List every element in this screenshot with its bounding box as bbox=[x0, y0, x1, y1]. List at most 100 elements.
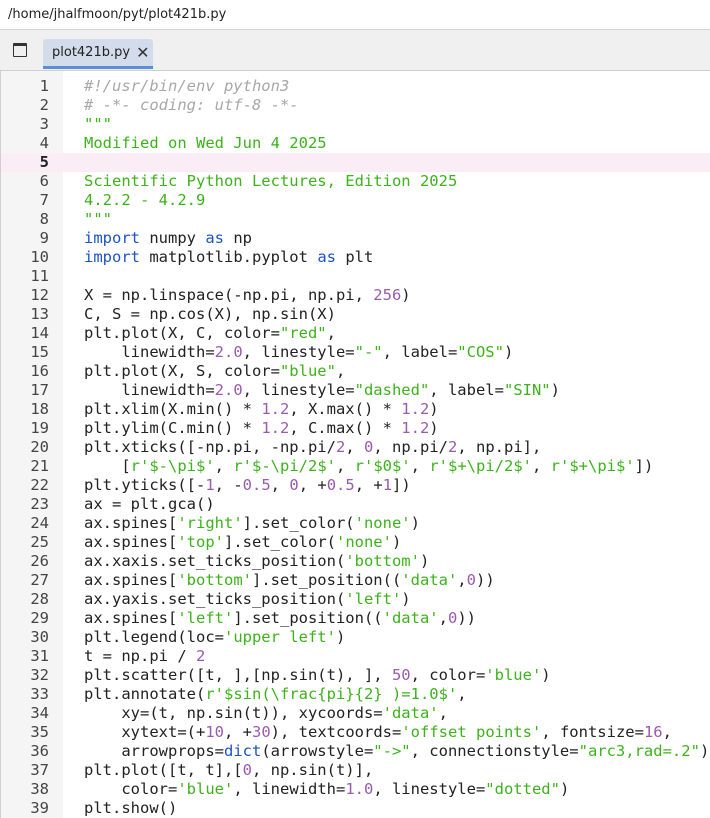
code-token: , np.pi], bbox=[457, 438, 542, 456]
line-number: 12 bbox=[30, 286, 49, 304]
code-token: ) bbox=[401, 286, 411, 304]
code-line[interactable]: 12 X = np.linspace(-np.pi, np.pi, 256) bbox=[1, 286, 710, 305]
code-token: , bbox=[532, 457, 551, 475]
code-line[interactable]: 1 #!/usr/bin/env python3 bbox=[1, 77, 710, 96]
code-token: , label= bbox=[429, 381, 504, 399]
code-line[interactable]: 14 plt.plot(X, C, color="red", bbox=[1, 324, 710, 343]
close-icon[interactable]: ✕ bbox=[136, 44, 149, 61]
code-line[interactable]: 10 import matplotlib.pyplot as plt bbox=[1, 248, 710, 267]
code-token: , - bbox=[214, 476, 243, 494]
code-line[interactable]: 5 bbox=[1, 153, 710, 172]
code-line[interactable]: 29 ax.spines['left'].set_position(('data'… bbox=[1, 609, 710, 628]
code-line[interactable]: 11 bbox=[1, 267, 710, 286]
code-line[interactable]: 37 plt.plot([t, t],[0, np.sin(t)], bbox=[1, 761, 710, 780]
code-token: 0.5 bbox=[326, 476, 355, 494]
code-text: import matplotlib.pyplot as plt bbox=[84, 248, 373, 267]
code-token: ), textcoords= bbox=[270, 723, 402, 741]
code-line[interactable]: 7 4.2.2 - 4.2.9 bbox=[1, 191, 710, 210]
code-line[interactable]: 36 arrowprops=dict(arrowstyle="->", conn… bbox=[1, 742, 710, 761]
code-token: 2 bbox=[335, 438, 346, 456]
code-line[interactable]: 19 plt.ylim(C.min() * 1.2, C.max() * 1.2) bbox=[1, 419, 710, 438]
line-number: 6 bbox=[39, 172, 49, 190]
code-token: # -*- coding: utf-8 -*- bbox=[84, 96, 299, 114]
code-line[interactable]: 34 xy=(t, np.sin(t)), xycoords='data', bbox=[1, 704, 710, 723]
line-number: 33 bbox=[30, 685, 49, 703]
code-token: r'$sin(\frac{pi}{2} )=1.0$' bbox=[205, 685, 458, 703]
code-token: "blue" bbox=[279, 362, 336, 380]
line-number: 15 bbox=[30, 343, 49, 361]
code-line[interactable]: 28 ax.yaxis.set_ticks_position('left') bbox=[1, 590, 710, 609]
line-number: 4 bbox=[39, 134, 49, 152]
code-token: )) bbox=[699, 742, 710, 760]
code-text: linewidth=2.0, linestyle="dashed", label… bbox=[84, 381, 560, 400]
code-line[interactable]: 27 ax.spines['bottom'].set_position(('dat… bbox=[1, 571, 710, 590]
code-token: 'data' bbox=[401, 571, 458, 589]
code-editor[interactable]: 1 #!/usr/bin/env python3 2 # -*- coding: ut… bbox=[0, 71, 710, 818]
code-line[interactable]: 2 # -*- coding: utf-8 -*- bbox=[1, 96, 710, 115]
code-token: """ bbox=[84, 115, 112, 133]
code-line[interactable]: 18 plt.xlim(X.min() * 1.2, X.max() * 1.2) bbox=[1, 400, 710, 419]
tab-list-icon[interactable] bbox=[13, 43, 27, 57]
code-token: "SIN" bbox=[503, 381, 551, 399]
code-line[interactable]: 39 plt.show() bbox=[1, 799, 710, 818]
code-token: 0 bbox=[447, 609, 458, 627]
code-token: arrowprops= bbox=[84, 742, 224, 760]
code-token: xytext=(+ bbox=[84, 723, 206, 741]
code-text: """ bbox=[84, 115, 112, 134]
line-number: 34 bbox=[30, 704, 49, 722]
code-line[interactable]: 15 linewidth=2.0, linestyle="-", label="… bbox=[1, 343, 710, 362]
code-line[interactable]: 16 plt.plot(X, S, color="blue", bbox=[1, 362, 710, 381]
code-token: "red" bbox=[279, 324, 327, 342]
code-token: , bbox=[457, 685, 467, 703]
code-token: plt.annotate( bbox=[84, 685, 206, 703]
code-text: plt.scatter([t, ],[np.sin(t), ], 50, col… bbox=[84, 666, 551, 685]
code-line[interactable]: 3 """ bbox=[1, 115, 710, 134]
code-token: plt.xticks([-np.pi, -np.pi/ bbox=[84, 438, 336, 456]
code-text: [r'$-\pi$', r'$-\pi/2$', r'$0$', r'$+\pi… bbox=[84, 457, 653, 476]
code-token: linewidth= bbox=[84, 343, 215, 361]
code-token: , C.max() * bbox=[289, 419, 402, 437]
code-token: , bbox=[270, 476, 290, 494]
code-line[interactable]: 26 ax.xaxis.set_ticks_position('bottom') bbox=[1, 552, 710, 571]
code-token: 'blue' bbox=[177, 780, 234, 798]
code-line[interactable]: 32 plt.scatter([t, ],[np.sin(t), ], 50, c… bbox=[1, 666, 710, 685]
code-line[interactable]: 21 [r'$-\pi$', r'$-\pi/2$', r'$0$', r'$+… bbox=[1, 457, 710, 476]
code-token: 1 bbox=[205, 476, 215, 494]
code-line[interactable]: 6 Scientific Python Lectures, Edition 202… bbox=[1, 172, 710, 191]
tab-plot421b[interactable]: plot421b.py ✕ bbox=[43, 39, 153, 69]
code-line[interactable]: 33 plt.annotate(r'$sin(\frac{pi}{2} )=1.0… bbox=[1, 685, 710, 704]
code-token: ) bbox=[503, 343, 514, 361]
code-text: C, S = np.cos(X), np.sin(X) bbox=[84, 305, 336, 324]
code-token: X = np.linspace(-np.pi, np.pi, bbox=[84, 286, 374, 304]
line-number: 11 bbox=[30, 267, 49, 285]
code-token: as bbox=[205, 229, 224, 247]
code-token: ].set_position(( bbox=[251, 571, 402, 589]
code-line[interactable]: 23 ax = plt.gca() bbox=[1, 495, 710, 514]
line-number: 26 bbox=[30, 552, 49, 570]
code-line[interactable]: 9 import numpy as np bbox=[1, 229, 710, 248]
code-line[interactable]: 31 t = np.pi / 2 bbox=[1, 647, 710, 666]
code-token: 'upper left' bbox=[223, 628, 336, 646]
code-token: ) bbox=[401, 590, 411, 608]
code-line[interactable]: 38 color='blue', linewidth=1.0, linestyl… bbox=[1, 780, 710, 799]
code-token: ) bbox=[559, 780, 570, 798]
code-line[interactable]: 20 plt.xticks([-np.pi, -np.pi/2, 0, np.pi… bbox=[1, 438, 710, 457]
code-token: , bbox=[214, 457, 234, 475]
code-line[interactable]: 4 Modified on Wed Jun 4 2025 bbox=[1, 134, 710, 153]
code-token: as bbox=[317, 248, 336, 266]
code-line[interactable]: 17 linewidth=2.0, linestyle="dashed", la… bbox=[1, 381, 710, 400]
code-line[interactable]: 30 plt.legend(loc='upper left') bbox=[1, 628, 710, 647]
code-token: "->" bbox=[373, 742, 411, 760]
code-line[interactable]: 24 ax.spines['right'].set_color('none') bbox=[1, 514, 710, 533]
code-token: , + bbox=[354, 476, 383, 494]
code-line[interactable]: 8 """ bbox=[1, 210, 710, 229]
code-line[interactable]: 13 C, S = np.cos(X), np.sin(X) bbox=[1, 305, 710, 324]
code-line[interactable]: 22 plt.yticks([-1, -0.5, 0, +0.5, +1]) bbox=[1, 476, 710, 495]
code-token: ax.yaxis.set_ticks_position( bbox=[84, 590, 346, 608]
code-token: ax.spines[ bbox=[84, 514, 178, 532]
code-line[interactable]: 25 ax.spines['top'].set_color('none') bbox=[1, 533, 710, 552]
code-token: ]) bbox=[392, 476, 411, 494]
code-token: plt.show() bbox=[84, 799, 178, 817]
code-token: , bbox=[438, 704, 448, 722]
code-line[interactable]: 35 xytext=(+10, +30), textcoords='offset… bbox=[1, 723, 710, 742]
